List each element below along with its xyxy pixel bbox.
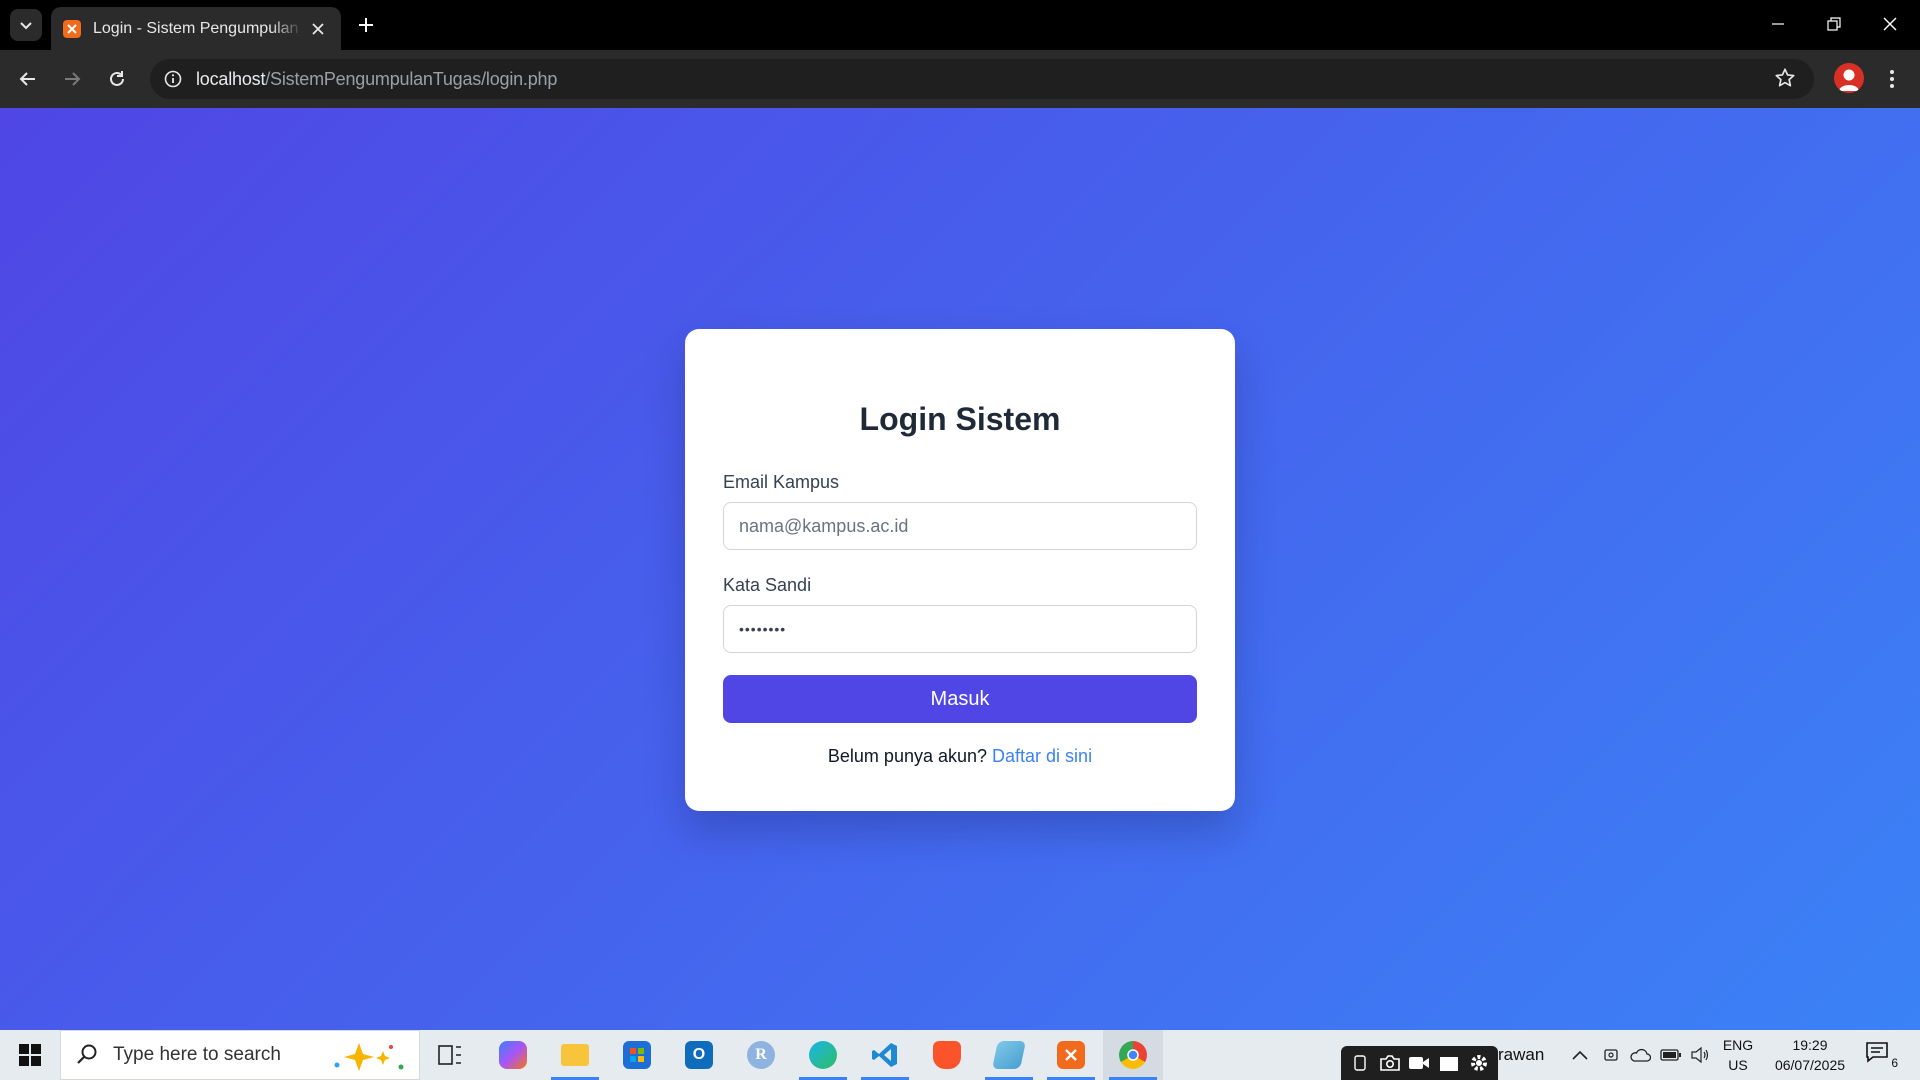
- language-code: ENG: [1722, 1037, 1754, 1053]
- window-capture-icon[interactable]: [1437, 1051, 1461, 1075]
- r-app-icon: R: [747, 1041, 775, 1069]
- arrow-left-icon: [19, 72, 35, 86]
- outlook-icon: O: [685, 1041, 713, 1069]
- taskbar-task-view[interactable]: [420, 1030, 480, 1080]
- taskbar-r-app[interactable]: R: [731, 1030, 791, 1080]
- region-code: US: [1728, 1057, 1748, 1073]
- windows-taskbar: Type here to search O R rawan ENG US 19:…: [0, 1030, 1920, 1080]
- url-path: /SistemPengumpulanTugas/login.php: [265, 68, 558, 89]
- email-field[interactable]: [723, 502, 1197, 550]
- password-label: Kata Sandi: [723, 575, 812, 595]
- minimize-button[interactable]: [1758, 8, 1798, 40]
- page-viewport: Login Sistem Email Kampus Kata Sandi Mas…: [0, 108, 1920, 1030]
- chrome-icon: [1119, 1041, 1147, 1069]
- xampp-icon: [1057, 1041, 1085, 1069]
- video-camera-icon[interactable]: [1407, 1051, 1431, 1075]
- restore-button[interactable]: [1814, 8, 1854, 40]
- copilot-icon: [499, 1041, 527, 1069]
- password-field[interactable]: [723, 605, 1197, 653]
- back-button[interactable]: [12, 63, 44, 95]
- chevron-down-icon: [20, 22, 32, 30]
- address-bar[interactable]: localhost/SistemPengumpulanTugas/login.p…: [150, 59, 1814, 99]
- tab-title: Login - Sistem Pengumpulan Tugas: [93, 19, 303, 37]
- restore-icon: [1827, 17, 1841, 31]
- taskbar-microsoft-store[interactable]: [607, 1030, 667, 1080]
- clock-date: 06/07/2025: [1774, 1057, 1846, 1073]
- taskbar-chrome[interactable]: [1103, 1030, 1163, 1080]
- taskbar-xampp[interactable]: [1041, 1030, 1101, 1080]
- battery-icon[interactable]: [1659, 1043, 1683, 1067]
- user-avatar-icon: [1839, 69, 1859, 91]
- reload-icon: [110, 71, 124, 86]
- taskbar-edge[interactable]: [793, 1030, 853, 1080]
- close-icon: [1883, 17, 1897, 31]
- search-icon: [77, 1044, 97, 1064]
- url-host: localhost: [196, 68, 266, 89]
- taskbar-brave[interactable]: [917, 1030, 977, 1080]
- minimize-icon: [1772, 23, 1784, 25]
- vscode-icon: [871, 1041, 899, 1069]
- clock-time: 19:29: [1792, 1037, 1828, 1053]
- gear-icon[interactable]: [1467, 1051, 1491, 1075]
- screen-capture-toolbar: [1341, 1046, 1498, 1080]
- taskbar-search-box[interactable]: Type here to search: [60, 1030, 420, 1080]
- edge-icon: [809, 1041, 837, 1069]
- bookmark-star-icon[interactable]: [1774, 67, 1798, 91]
- volume-speaker-icon[interactable]: [1688, 1043, 1712, 1067]
- camera-icon[interactable]: [1378, 1051, 1402, 1075]
- meet-now-icon[interactable]: [1599, 1043, 1623, 1067]
- close-window-button[interactable]: [1870, 8, 1910, 40]
- notification-count-badge: 6: [1891, 1056, 1898, 1070]
- user-name-fragment: rawan: [1498, 1045, 1545, 1064]
- url-text[interactable]: localhost/SistemPengumpulanTugas/login.p…: [196, 69, 557, 90]
- file-explorer-icon: [561, 1044, 589, 1066]
- arrow-right-icon: [65, 72, 81, 86]
- sparkle-icon: [334, 1043, 404, 1071]
- email-label: Email Kampus: [723, 472, 840, 492]
- new-tab-button[interactable]: [350, 9, 382, 41]
- taskbar-notes[interactable]: [979, 1030, 1039, 1080]
- profile-avatar[interactable]: [1834, 63, 1864, 93]
- forward-button[interactable]: [56, 63, 88, 95]
- show-hidden-icons-chevron-up-icon[interactable]: [1568, 1043, 1592, 1067]
- brave-icon: [933, 1041, 961, 1069]
- windows-logo-icon: [19, 1044, 41, 1066]
- task-view-icon: [438, 1045, 461, 1065]
- taskbar-file-explorer[interactable]: [545, 1030, 605, 1080]
- input-language-indicator[interactable]: ENG US: [1720, 1035, 1756, 1075]
- login-title: Login Sistem: [859, 401, 1061, 437]
- start-button[interactable]: [0, 1030, 60, 1080]
- login-submit-button[interactable]: Masuk: [723, 675, 1197, 723]
- system-clock[interactable]: 19:29 06/07/2025: [1762, 1035, 1858, 1075]
- more-vertical-icon: [1890, 70, 1894, 88]
- taskbar-outlook[interactable]: O: [669, 1030, 729, 1080]
- reload-button[interactable]: [101, 63, 133, 95]
- chat-bubble-icon: [1866, 1042, 1888, 1063]
- capture-menu-icon[interactable]: [1348, 1051, 1372, 1075]
- site-info-icon[interactable]: [162, 68, 184, 90]
- taskbar-vscode[interactable]: [855, 1030, 915, 1080]
- microsoft-store-icon: [623, 1041, 651, 1069]
- search-placeholder: Type here to search: [113, 1044, 281, 1065]
- taskbar-copilot[interactable]: [483, 1030, 543, 1080]
- notes-icon: [992, 1041, 1026, 1069]
- browser-tab-bar: Login - Sistem Pengumpulan Tugas: [0, 0, 1920, 50]
- tab-close-icon[interactable]: [307, 18, 329, 40]
- register-prompt-text: Belum punya akun?: [827, 746, 988, 766]
- plus-icon: [359, 18, 373, 32]
- tab-search-button[interactable]: [10, 9, 42, 41]
- onedrive-cloud-icon[interactable]: [1628, 1043, 1652, 1067]
- browser-toolbar: localhost/SistemPengumpulanTugas/login.p…: [0, 50, 1920, 108]
- notification-center-button[interactable]: 6: [1864, 1040, 1900, 1070]
- register-link[interactable]: Daftar di sini: [992, 746, 1092, 766]
- browser-tab-active[interactable]: Login - Sistem Pengumpulan Tugas: [51, 7, 341, 50]
- register-prompt: Belum punya akun? Daftar di sini: [723, 746, 1197, 767]
- login-card: Login Sistem Email Kampus Kata Sandi Mas…: [685, 329, 1235, 811]
- xampp-favicon-icon: [63, 19, 81, 38]
- browser-menu-button[interactable]: [1876, 63, 1908, 95]
